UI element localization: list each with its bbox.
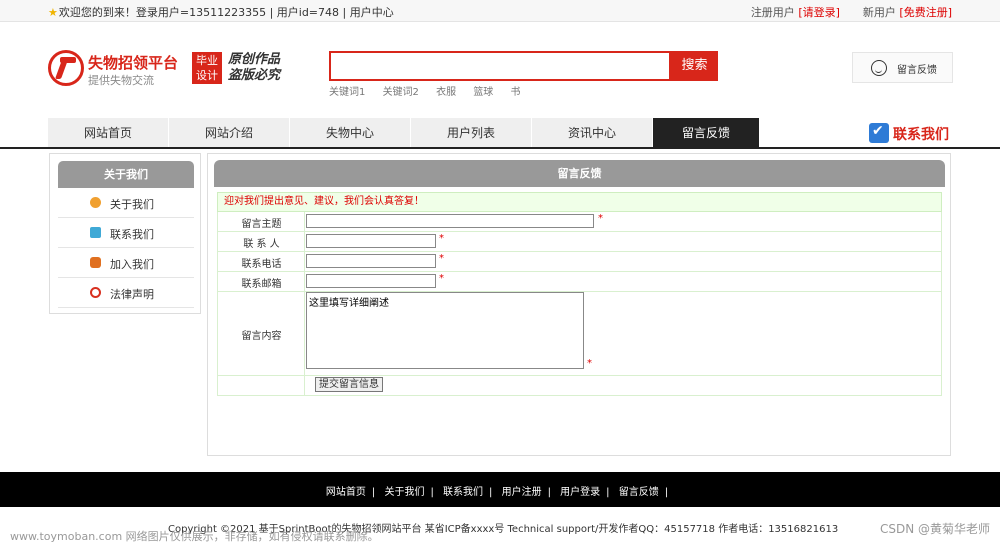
footer-link-about[interactable]: 关于我们 (384, 487, 424, 498)
contact-input[interactable] (306, 234, 436, 248)
form-row-content: 留言内容 这里填写详细阐述 * (217, 292, 942, 376)
sidebar: 关于我们 关于我们 联系我们 加入我们 法律声明 (49, 153, 201, 314)
slogan: 原创作品 盗版必究 (228, 52, 280, 84)
free-register-link[interactable]: [免费注册] (899, 6, 952, 19)
sidebar-item-label: 法律声明 (110, 288, 154, 301)
footer-separator: | (371, 487, 376, 498)
nav-divider (0, 147, 1000, 149)
required-mark: * (439, 273, 444, 284)
nav-item-home[interactable]: 网站首页 (48, 118, 169, 148)
search-bar: 搜索 (329, 51, 718, 81)
register-user-label: 注册用户 (750, 6, 795, 19)
form-row-subject: 留言主题 * (217, 212, 942, 232)
keyword-link[interactable]: 书 (511, 87, 521, 98)
welcome-message: 欢迎您的到来！登录用户=13511223355 | 用户id=748 | 用户中… (58, 6, 394, 19)
watermark-left: www.toymoban.com 网络图片仅供展示，非存储，如有侵权请联系删除。 (10, 530, 379, 543)
power-icon (90, 287, 101, 298)
checkmark-icon (869, 123, 889, 143)
hot-keywords: 关键词1 关键词2 衣服 篮球 书 (329, 83, 535, 98)
logo-mark-icon (48, 50, 84, 86)
sidebar-item-label: 加入我们 (110, 258, 154, 271)
feedback-panel: 留言反馈 迎对我们提出意见、建议，我们会认真答复！ 留言主题 * 联 系 人 *… (207, 153, 951, 456)
footer-link-feedback[interactable]: 留言反馈 (619, 487, 659, 498)
sidebar-item-legal[interactable]: 法律声明 (58, 278, 194, 308)
slogan-line-1: 原创作品 (228, 52, 281, 67)
footer-links: 网站首页 | 关于我们 | 联系我们 | 用户注册 | 用户登录 | 留言反馈 | (0, 483, 1000, 498)
sidebar-item-label: 联系我们 (110, 228, 154, 241)
contact-icon (90, 227, 101, 238)
footer-link-register[interactable]: 用户注册 (502, 487, 542, 498)
site-title: 失物招领平台 (88, 54, 179, 72)
footer-separator: | (547, 487, 551, 498)
footer: 网站首页 | 关于我们 | 联系我们 | 用户注册 | 用户登录 | 留言反馈 | (0, 472, 1000, 507)
feedback-shortcut-label: 留言反馈 (897, 65, 937, 76)
phone-input[interactable] (306, 254, 436, 268)
footer-link-home[interactable]: 网站首页 (326, 487, 366, 498)
footer-separator: | (606, 487, 610, 498)
site-logo[interactable]: 失物招领平台 提供失物交流 毕业 设计 原创作品 盗版必究 (48, 50, 288, 90)
subject-input[interactable] (306, 214, 594, 228)
form-row-submit: 提交留言信息 (217, 376, 942, 396)
footer-separator: | (664, 487, 669, 498)
form-row-email: 联系邮箱 * (217, 272, 942, 292)
star-icon: ★ (48, 6, 58, 19)
footer-link-login[interactable]: 用户登录 (560, 487, 600, 498)
about-icon (90, 197, 101, 208)
phone-label: 联系电话 (241, 259, 282, 270)
submit-button[interactable]: 提交留言信息 (315, 377, 383, 392)
required-mark: * (439, 253, 444, 264)
sidebar-item-label: 关于我们 (110, 198, 154, 211)
nav-item-feedback[interactable]: 留言反馈 (653, 118, 760, 148)
sidebar-item-about[interactable]: 关于我们 (58, 188, 194, 218)
nav-item-news[interactable]: 资讯中心 (532, 118, 653, 148)
badge-line-2: 设计 (196, 69, 218, 82)
login-link[interactable]: [请登录] (798, 6, 840, 19)
contact-us-label: 联系我们 (893, 127, 949, 143)
required-mark: * (439, 233, 444, 244)
sidebar-item-join[interactable]: 加入我们 (58, 248, 194, 278)
welcome-text: ★欢迎您的到来！登录用户=13511223355 | 用户id=748 | 用户… (48, 4, 394, 20)
lock-icon (90, 257, 101, 268)
email-input[interactable] (306, 274, 436, 288)
required-mark: * (598, 213, 603, 224)
search-input[interactable] (329, 51, 671, 81)
customer-service-icon (871, 60, 887, 76)
site-subtitle: 提供失物交流 (88, 74, 154, 87)
content-label: 留言内容 (241, 331, 282, 342)
slogan-line-2: 盗版必究 (228, 68, 281, 83)
footer-separator: | (489, 487, 493, 498)
required-mark: * (587, 358, 592, 369)
nav-item-user-list[interactable]: 用户列表 (411, 118, 532, 148)
main-nav: 网站首页 网站介绍 失物中心 用户列表 资讯中心 留言反馈 (48, 118, 760, 148)
keyword-link[interactable]: 篮球 (473, 87, 493, 98)
content-textarea[interactable]: 这里填写详细阐述 (306, 292, 584, 369)
sidebar-title: 关于我们 (58, 161, 194, 188)
keyword-link[interactable]: 关键词2 (383, 87, 419, 98)
keyword-link[interactable]: 关键词1 (329, 87, 365, 98)
nav-item-intro[interactable]: 网站介绍 (169, 118, 290, 148)
new-user-label: 新用户 (862, 6, 896, 19)
panel-title: 留言反馈 (214, 160, 945, 187)
top-bar: ★欢迎您的到来！登录用户=13511223355 | 用户id=748 | 用户… (0, 0, 1000, 22)
email-label: 联系邮箱 (241, 279, 282, 290)
nav-item-lost-center[interactable]: 失物中心 (290, 118, 411, 148)
sidebar-item-contact[interactable]: 联系我们 (58, 218, 194, 248)
badge-line-1: 毕业 (196, 54, 218, 67)
feedback-shortcut[interactable]: 留言反馈 (852, 52, 953, 83)
form-row-contact: 联 系 人 * (217, 232, 942, 252)
footer-link-contact[interactable]: 联系我们 (443, 487, 483, 498)
watermark-right: CSDN @黄菊华老师 (879, 522, 990, 536)
account-links: 注册用户 [请登录] 新用户 [免费注册] (751, 4, 952, 20)
keyword-link[interactable]: 衣服 (436, 87, 456, 98)
notice-text: 迎对我们提出意见、建议，我们会认真答复！ (217, 192, 942, 212)
contact-label: 联 系 人 (243, 239, 280, 250)
graduation-badge: 毕业 设计 (192, 52, 222, 84)
footer-separator: | (430, 487, 434, 498)
search-button[interactable]: 搜索 (671, 51, 718, 81)
form-row-phone: 联系电话 * (217, 252, 942, 272)
subject-label: 留言主题 (241, 219, 282, 230)
